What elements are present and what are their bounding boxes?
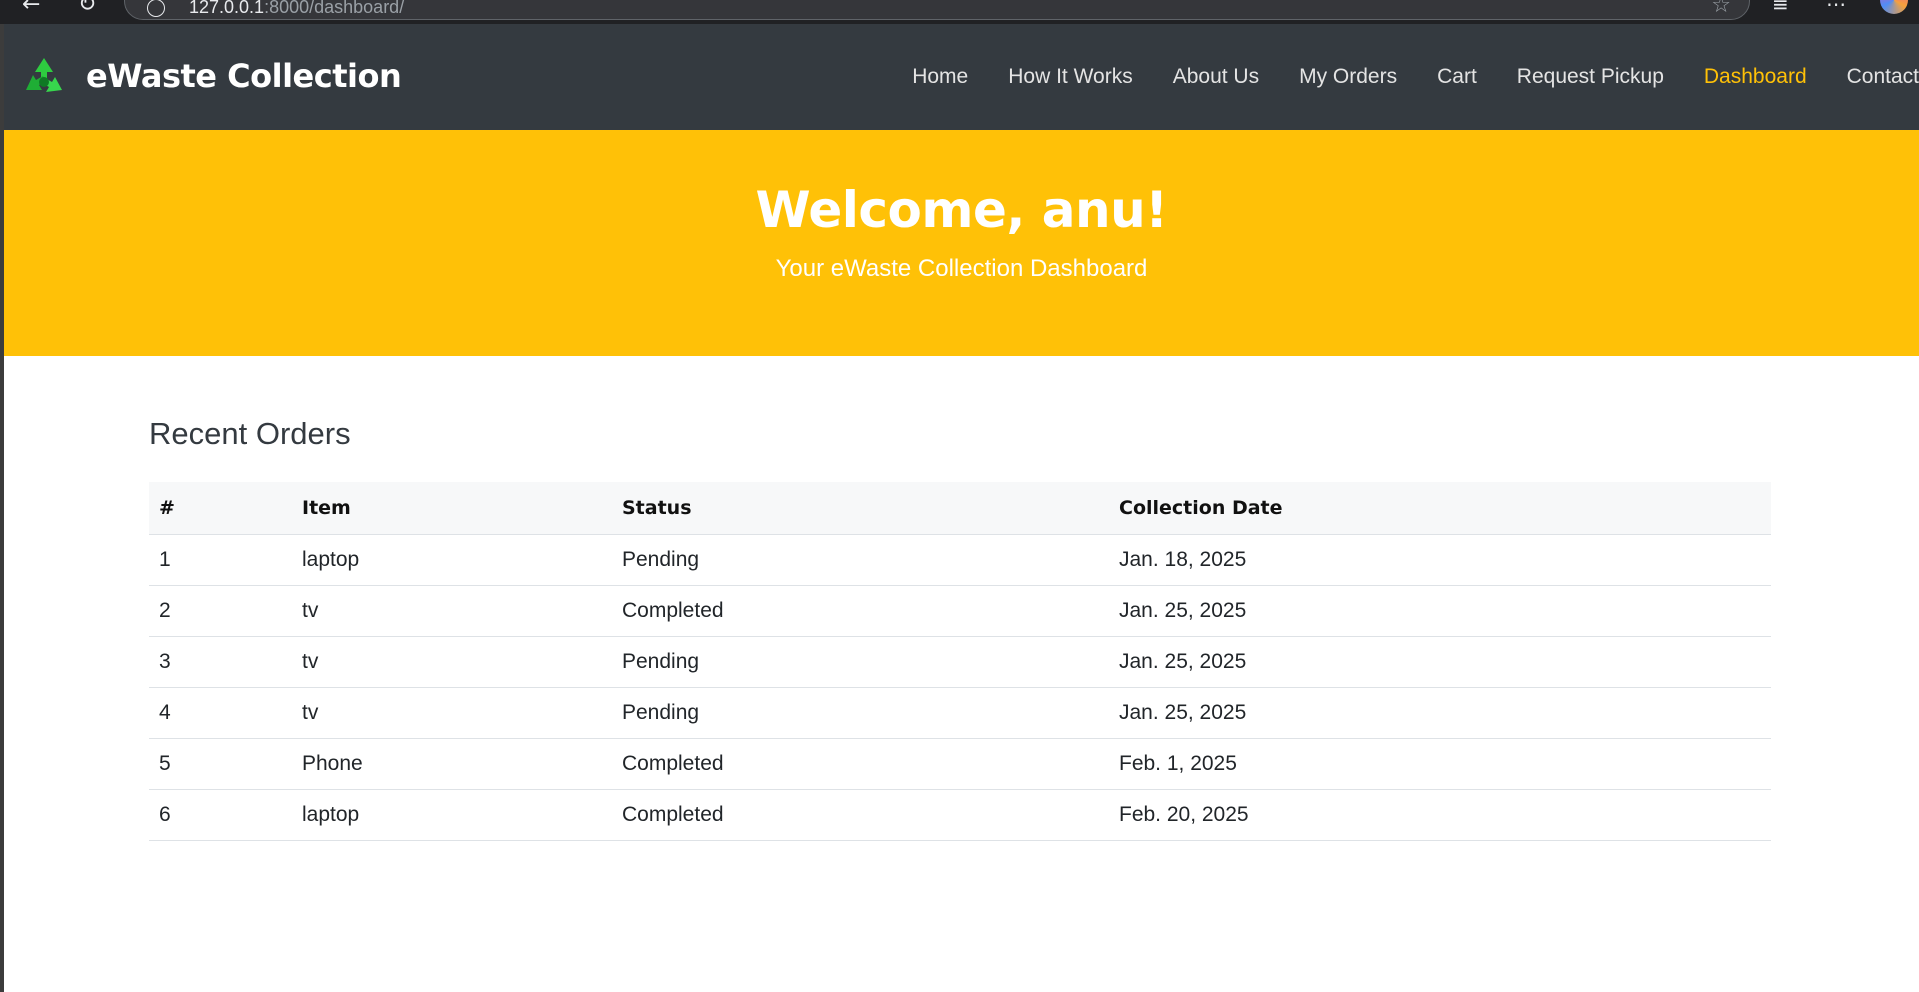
- order-collection-date: Jan. 25, 2025: [1109, 687, 1771, 739]
- order-collection-date: Jan. 18, 2025: [1109, 534, 1771, 586]
- order-collection-date: Feb. 20, 2025: [1109, 789, 1771, 841]
- order-status: Completed: [612, 789, 1109, 841]
- order-item: laptop: [292, 789, 612, 841]
- reload-icon[interactable]: ↻: [78, 0, 96, 16]
- table-row: 3 tv Pending Jan. 25, 2025: [149, 636, 1771, 688]
- order-status: Completed: [612, 738, 1109, 790]
- nav-my-orders[interactable]: My Orders: [1299, 65, 1397, 89]
- star-icon[interactable]: ☆: [1711, 0, 1731, 17]
- order-number: 6: [149, 789, 292, 841]
- order-status: Pending: [612, 687, 1109, 739]
- order-number: 4: [149, 687, 292, 739]
- order-collection-date: Jan. 25, 2025: [1109, 585, 1771, 637]
- nav-menu: Home How It Works About Us My Orders Car…: [872, 24, 1919, 130]
- order-status: Completed: [612, 585, 1109, 637]
- column-header-item: Item: [292, 482, 612, 535]
- nav-home[interactable]: Home: [912, 65, 968, 89]
- nav-contact[interactable]: Contact: [1847, 65, 1919, 89]
- order-item: tv: [292, 636, 612, 688]
- table-row: 1 laptop Pending Jan. 18, 2025: [149, 534, 1771, 586]
- nav-request-pickup[interactable]: Request Pickup: [1517, 65, 1664, 89]
- orders-table: # Item Status Collection Date 1 laptop P…: [149, 482, 1771, 841]
- profile-avatar[interactable]: [1880, 0, 1908, 14]
- recent-orders-title: Recent Orders: [149, 416, 351, 451]
- address-bar[interactable]: 127.0.0.1:8000/dashboard/ ☆: [124, 0, 1750, 20]
- order-number: 1: [149, 534, 292, 586]
- table-header-row: # Item Status Collection Date: [149, 482, 1771, 535]
- welcome-hero: Welcome, anu! Your eWaste Collection Das…: [4, 130, 1919, 356]
- order-item: tv: [292, 687, 612, 739]
- more-icon[interactable]: ⋯: [1826, 0, 1846, 14]
- column-header-status: Status: [612, 482, 1109, 535]
- nav-how-it-works[interactable]: How It Works: [1008, 65, 1132, 89]
- order-status: Pending: [612, 636, 1109, 688]
- brand-name[interactable]: eWaste Collection: [86, 54, 402, 98]
- order-status: Pending: [612, 534, 1109, 586]
- table-row: 2 tv Completed Jan. 25, 2025: [149, 585, 1771, 637]
- browser-toolbar: ← ↻ 127.0.0.1:8000/dashboard/ ☆ ≡ ⋯: [0, 0, 1919, 24]
- reading-list-icon[interactable]: ≡: [1772, 0, 1789, 14]
- nav-about-us[interactable]: About Us: [1173, 65, 1259, 89]
- column-header-collection-date: Collection Date: [1109, 482, 1771, 535]
- table-row: 4 tv Pending Jan. 25, 2025: [149, 687, 1771, 739]
- url-text[interactable]: 127.0.0.1:8000/dashboard/: [189, 0, 404, 17]
- table-row: 5 Phone Completed Feb. 1, 2025: [149, 738, 1771, 790]
- column-header-number: #: [149, 482, 292, 535]
- site-navbar: eWaste Collection Home How It Works Abou…: [4, 24, 1919, 130]
- order-item: Phone: [292, 738, 612, 790]
- nav-cart[interactable]: Cart: [1437, 65, 1477, 89]
- back-arrow-icon[interactable]: ←: [22, 0, 40, 16]
- hero-subtitle: Your eWaste Collection Dashboard: [775, 255, 1148, 282]
- order-item: laptop: [292, 534, 612, 586]
- url-host: 127.0.0.1: [189, 0, 265, 17]
- recycle-logo-icon[interactable]: [20, 54, 68, 102]
- nav-dashboard[interactable]: Dashboard: [1704, 65, 1807, 89]
- table-row: 6 laptop Completed Feb. 20, 2025: [149, 789, 1771, 841]
- site-info-icon[interactable]: [147, 0, 165, 17]
- order-collection-date: Feb. 1, 2025: [1109, 738, 1771, 790]
- order-number: 3: [149, 636, 292, 688]
- hero-title: Welcome, anu!: [755, 181, 1168, 239]
- order-item: tv: [292, 585, 612, 637]
- order-collection-date: Jan. 25, 2025: [1109, 636, 1771, 688]
- order-number: 5: [149, 738, 292, 790]
- url-path: :8000/dashboard/: [264, 0, 405, 17]
- order-number: 2: [149, 585, 292, 637]
